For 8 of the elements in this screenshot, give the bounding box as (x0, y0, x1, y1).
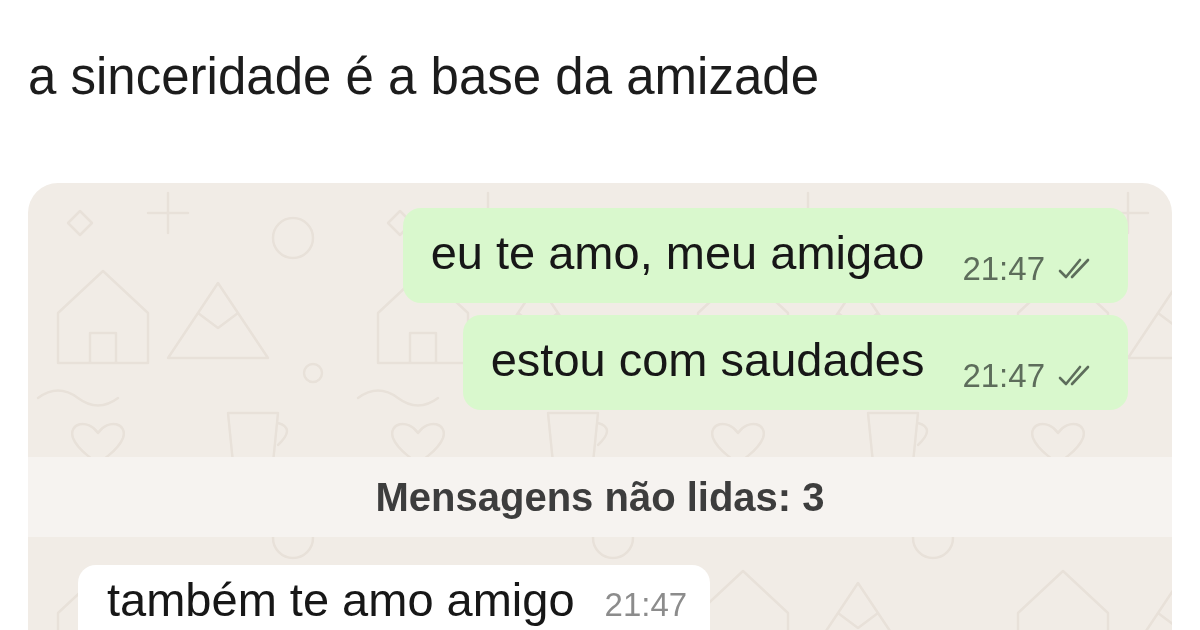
message-time: 21:47 (962, 356, 1045, 396)
caption-text: a sinceridade é a base da amizade (28, 47, 821, 107)
message-text: eu te amo, meu amigao (430, 225, 925, 281)
message-text: estou com saudades (490, 332, 925, 388)
message-time: 21:47 (604, 585, 688, 625)
message-time: 21:47 (962, 249, 1045, 289)
message-text: também te amo amigo (107, 575, 575, 625)
unread-messages-label: Mensagens não lidas: 3 (375, 474, 825, 521)
